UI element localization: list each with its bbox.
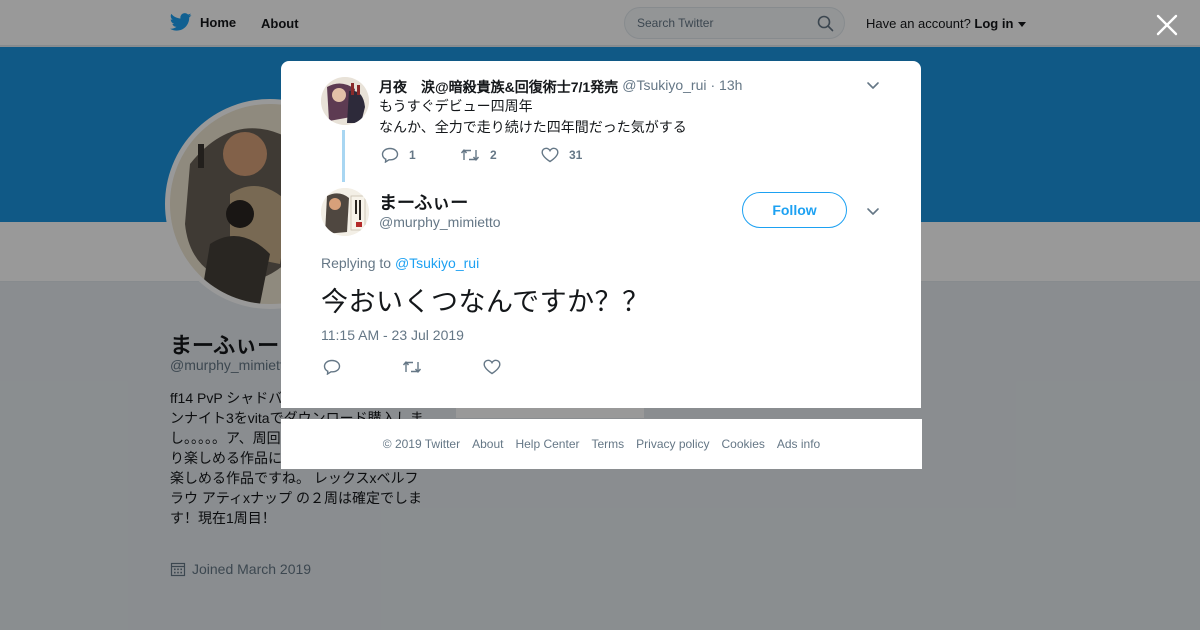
parent-tweet-header: 月夜 涙@暗殺貴族&回復術士7/1発売 @Tsukiyo_rui · 13h (379, 77, 742, 97)
parent-tweet-line1: もうすぐデビュー四周年 (379, 98, 533, 114)
main-like-button[interactable] (483, 359, 501, 375)
main-tweet-text: 今おいくつなんですか？？ (321, 287, 650, 318)
thread-connector (342, 130, 345, 182)
parent-avatar[interactable] (321, 77, 369, 125)
reply-icon (381, 147, 399, 163)
parent-avatar-art (321, 77, 369, 125)
heart-icon (483, 359, 501, 375)
like-button[interactable]: 31 (541, 147, 582, 163)
main-tweet-timestamp[interactable]: 11:15 AM - 23 Jul 2019 (321, 327, 464, 343)
parent-tweet-actions: 1 2 31 (381, 147, 582, 163)
modal-footer: © 2019 Twitter About Help Center Terms P… (281, 419, 922, 469)
retweet-button[interactable]: 2 (460, 147, 541, 163)
footer-help-link[interactable]: Help Center (515, 437, 579, 451)
parent-tweet-text: もうすぐデビュー四周年 なんか、全力で走り続けた四年間だった気がする (379, 96, 687, 138)
parent-tweet-line2: なんか、全力で走り続けた四年間だった気がする (379, 119, 687, 135)
retweet-count: 2 (490, 148, 497, 162)
footer-terms-link[interactable]: Terms (591, 437, 624, 451)
heart-icon (541, 147, 559, 163)
replying-handle-link[interactable]: @Tsukiyo_rui (395, 255, 479, 271)
reply-icon (323, 359, 341, 375)
replying-prefix: Replying to (321, 255, 392, 271)
main-retweet-button[interactable] (402, 359, 483, 375)
main-reply-button[interactable] (323, 359, 402, 375)
main-tweet-actions (323, 359, 501, 375)
main-avatar-art (321, 188, 369, 236)
chevron-down-icon[interactable] (866, 78, 880, 92)
close-icon[interactable] (1154, 12, 1180, 38)
footer-privacy-link[interactable]: Privacy policy (636, 437, 709, 451)
main-author-avatar[interactable] (321, 188, 369, 236)
parent-author-handle[interactable]: @Tsukiyo_rui (622, 77, 706, 97)
footer-ads-link[interactable]: Ads info (777, 437, 820, 451)
parent-tweet-time[interactable]: · 13h (710, 77, 742, 97)
retweet-icon (402, 361, 422, 373)
retweet-icon (460, 149, 480, 161)
chevron-down-icon[interactable] (866, 204, 880, 218)
footer-about-link[interactable]: About (472, 437, 503, 451)
reply-button[interactable]: 1 (381, 147, 460, 163)
main-author-name[interactable]: まーふぃー (379, 189, 468, 215)
follow-button[interactable]: Follow (742, 192, 847, 228)
reply-count: 1 (409, 148, 416, 162)
main-author-handle[interactable]: @murphy_mimietto (379, 214, 501, 230)
footer-cookies-link[interactable]: Cookies (722, 437, 765, 451)
like-count: 31 (569, 148, 583, 162)
parent-author-name[interactable]: 月夜 涙@暗殺貴族&回復術士7/1発売 (379, 77, 618, 97)
replying-to: Replying to @Tsukiyo_rui (321, 255, 479, 271)
footer-copyright: © 2019 Twitter (382, 437, 461, 451)
